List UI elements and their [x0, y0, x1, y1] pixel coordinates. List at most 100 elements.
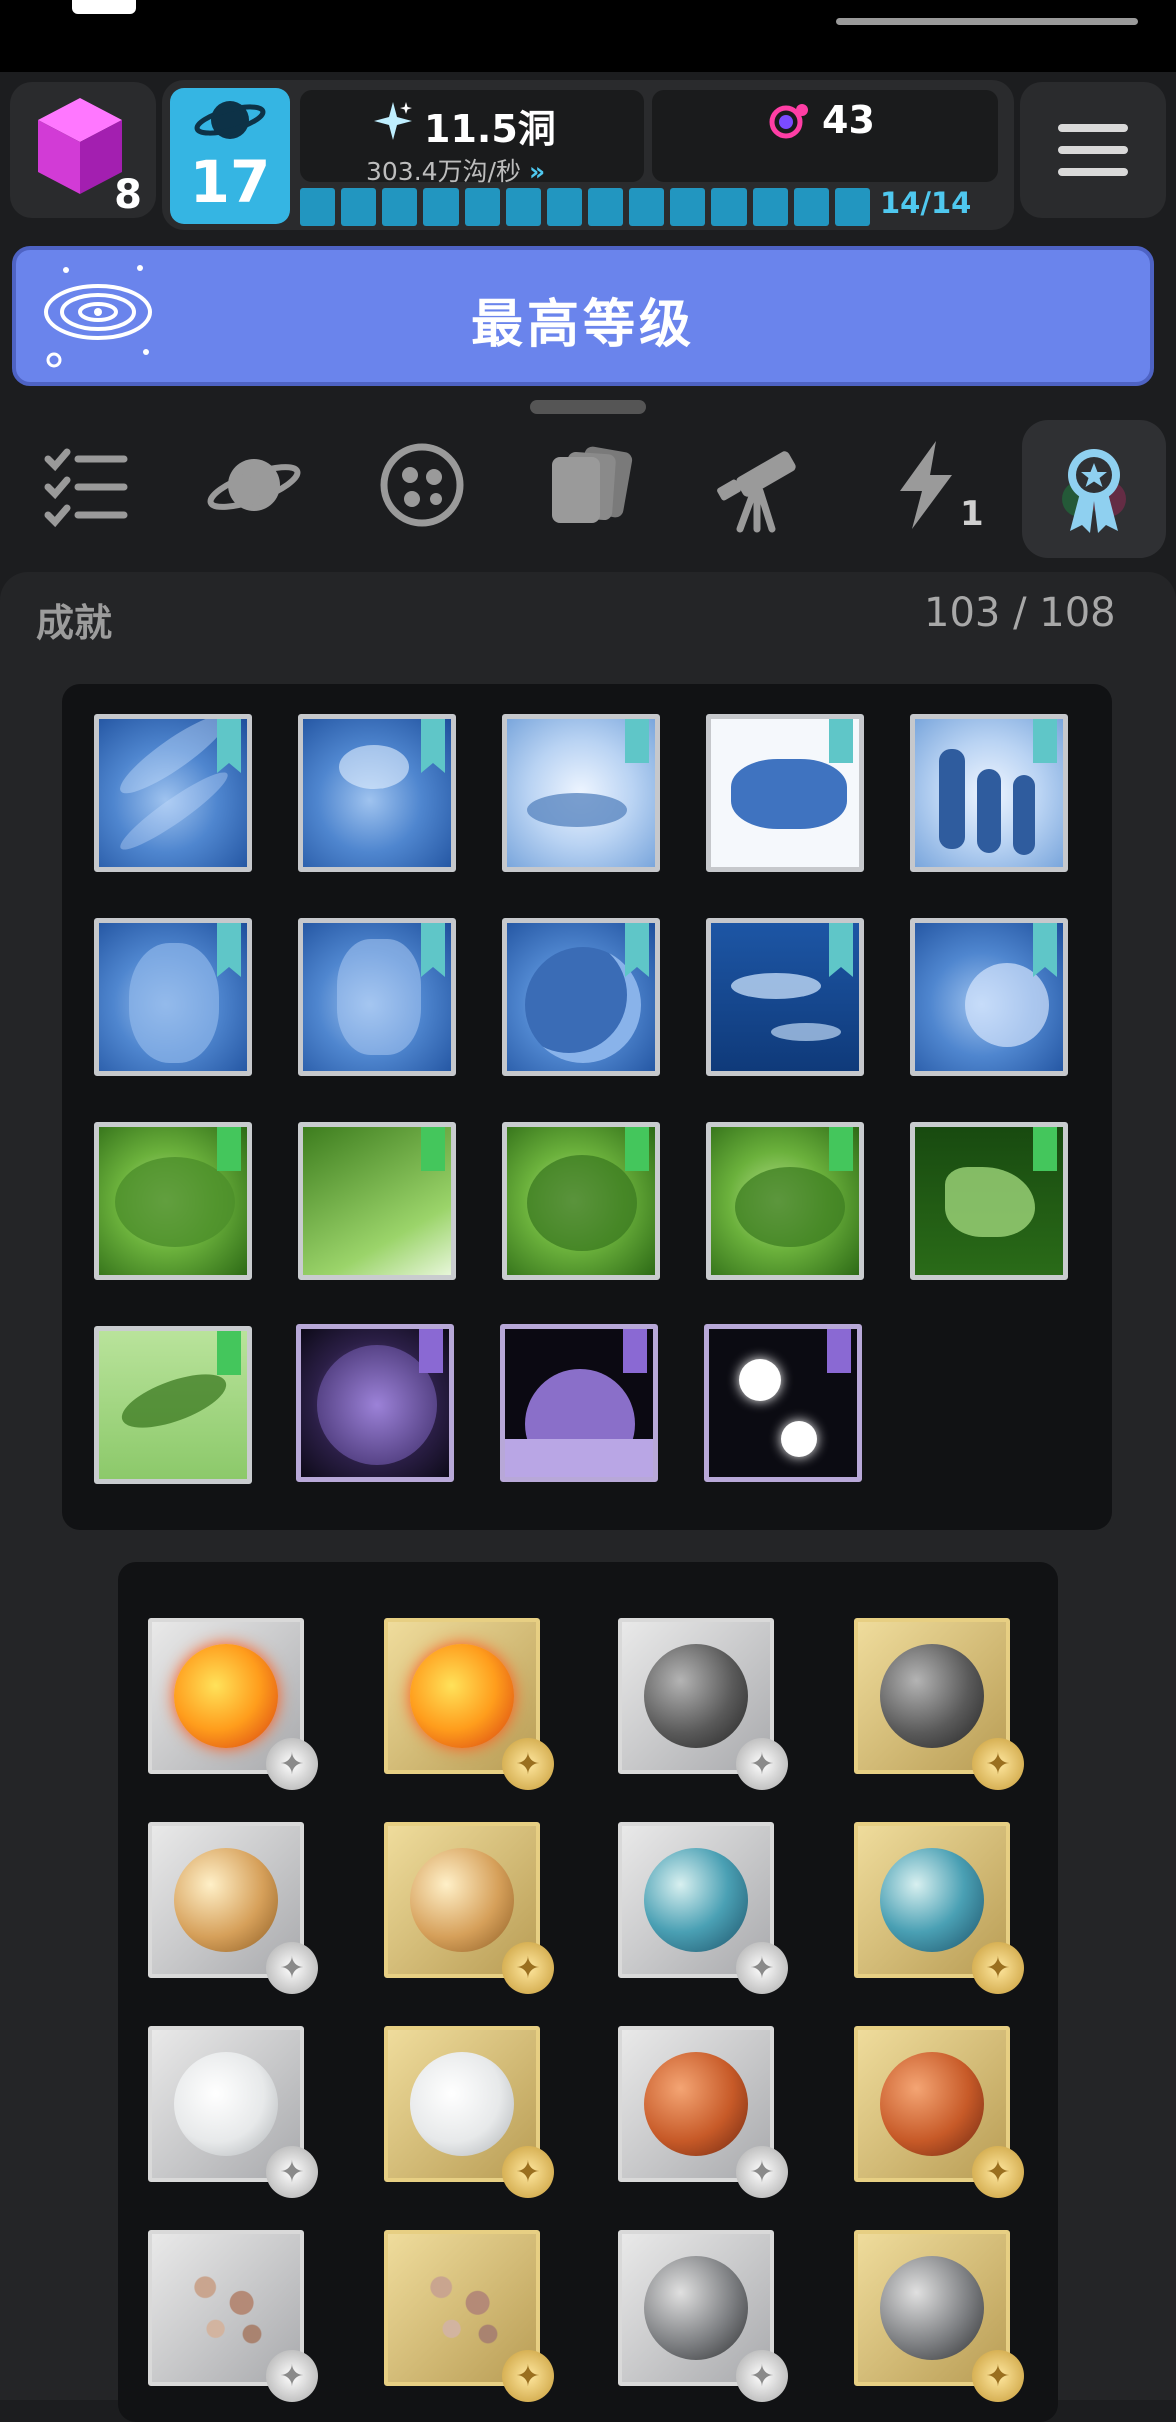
achievement-card-face[interactable] [94, 918, 252, 1076]
planet-tile-sun-silver[interactable]: ✦ [148, 1618, 318, 1790]
asteroids-icon [174, 2256, 278, 2360]
tab-cells[interactable] [362, 420, 482, 550]
planet-tile-steel-gold[interactable]: ✦ [854, 2230, 1024, 2402]
gold-medal-icon: ✦ [972, 2350, 1024, 2402]
achievement-card-globe[interactable] [502, 918, 660, 1076]
achievement-card-jellyfish[interactable] [298, 714, 456, 872]
achievement-card-whale[interactable] [502, 714, 660, 872]
tab-telescope[interactable] [698, 420, 818, 550]
bookmark-flag [1033, 923, 1057, 977]
achievement-card-plant[interactable] [298, 1122, 456, 1280]
cube-count: 8 [114, 172, 142, 218]
menu-button[interactable] [1020, 82, 1166, 218]
progress-segment [300, 188, 336, 226]
achievement-card-cell[interactable] [296, 1324, 454, 1482]
status-bar-line [836, 18, 1138, 25]
galaxy-orb-icon [769, 104, 808, 139]
earth-planet-icon [644, 1848, 748, 1952]
grey-planet-icon [644, 1644, 748, 1748]
silver-medal-icon: ✦ [736, 1942, 788, 1994]
bookmark-flag [217, 719, 241, 773]
currency-rate-text: 303.4万沟/秒 [366, 157, 521, 186]
planet-tile-sun-gold[interactable]: ✦ [384, 1618, 554, 1790]
progress-segment [341, 188, 377, 226]
gold-medal-icon: ✦ [502, 2350, 554, 2402]
cube-button[interactable]: 8 [10, 82, 156, 218]
planet-tile-mercury-gold[interactable]: ✦ [854, 1618, 1024, 1790]
achievement-card-cyborg[interactable] [298, 918, 456, 1076]
planet-tile-earth-gold[interactable]: ✦ [854, 1822, 1024, 1994]
tab-checklist[interactable] [26, 420, 146, 550]
planet-ring-icon [194, 101, 266, 139]
silver-medal-icon: ✦ [266, 2146, 318, 2198]
status-bar-indicator [72, 0, 136, 14]
steel-planet-icon [644, 2256, 748, 2360]
achievement-card-pterosaur[interactable] [94, 1326, 252, 1484]
progress-segment [382, 188, 418, 226]
silver-medal-icon: ✦ [266, 2350, 318, 2402]
bookmark-flag [421, 923, 445, 977]
gold-medal-icon: ✦ [972, 2146, 1024, 2198]
tab-awards[interactable] [1022, 420, 1166, 558]
achievement-card-beast[interactable] [502, 1122, 660, 1280]
achievement-card-reptile[interactable] [706, 1122, 864, 1280]
gold-medal-icon: ✦ [502, 2146, 554, 2198]
award-ribbon-icon [1062, 449, 1126, 533]
achievement-card-lion[interactable] [910, 918, 1068, 1076]
bookmark-flag [829, 923, 853, 977]
achievement-card-rock[interactable] [706, 714, 864, 872]
grey-planet-icon [880, 1644, 984, 1748]
gold-medal-icon: ✦ [502, 1738, 554, 1790]
progress-segment [464, 188, 500, 226]
planet-tile-moon-silver[interactable]: ✦ [148, 2026, 318, 2198]
level-number: 17 [189, 148, 271, 216]
bookmark-flag [829, 719, 853, 763]
progress-segment [711, 188, 747, 226]
bookmark-flag [419, 1329, 443, 1373]
tan-planet-icon [410, 1848, 514, 1952]
cards-icon [552, 446, 633, 523]
silver-medal-icon: ✦ [736, 1738, 788, 1790]
progress-segment [834, 188, 870, 226]
planet-tile-asteroids-gold[interactable]: ✦ [384, 2230, 554, 2402]
planet-tile-venus-silver[interactable]: ✦ [148, 1822, 318, 1994]
earth-planet-icon [880, 1848, 984, 1952]
achievement-card-dinosaur[interactable] [94, 1122, 252, 1280]
planet-tile-venus-gold[interactable]: ✦ [384, 1822, 554, 1994]
bookmark-flag [625, 923, 649, 977]
planet-tile-earth-silver[interactable]: ✦ [618, 1822, 788, 1994]
achievement-card-sharks[interactable] [706, 918, 864, 1076]
achievement-card-bird[interactable] [910, 1122, 1068, 1280]
hamburger-menu-icon [1058, 124, 1128, 176]
planet-tile-mars-silver[interactable]: ✦ [618, 2026, 788, 2198]
planet-icon [207, 459, 301, 511]
silver-medal-icon: ✦ [266, 1738, 318, 1790]
planet-tile-asteroids-silver[interactable]: ✦ [148, 2230, 318, 2402]
achievement-card-moonrise[interactable] [500, 1324, 658, 1482]
level-progress-bar [300, 188, 870, 226]
silver-medal-icon: ✦ [266, 1942, 318, 1994]
tab-cards[interactable] [530, 420, 650, 550]
gold-medal-icon: ✦ [972, 1942, 1024, 1994]
progress-segment [423, 188, 459, 226]
progress-segment [752, 188, 788, 226]
tab-planets[interactable] [194, 420, 314, 550]
planet-tile-moon-gold[interactable]: ✦ [384, 2026, 554, 2198]
double-chevron-icon[interactable]: » [529, 157, 545, 186]
bookmark-flag [1033, 719, 1057, 763]
currency-rate: 303.4万沟/秒 » [366, 152, 545, 188]
planet-tile-mercury-silver[interactable]: ✦ [618, 1618, 788, 1790]
lightning-badge-count: 1 [960, 494, 984, 534]
progress-text: 14/14 [880, 186, 972, 220]
bookmark-flag [217, 1331, 241, 1375]
achievements-count: 103 / 108 [924, 590, 1116, 636]
bookmark-flag [421, 1127, 445, 1171]
planet-tile-steel-silver[interactable]: ✦ [618, 2230, 788, 2402]
achievement-card-dna[interactable] [94, 714, 252, 872]
bookmark-flag [827, 1329, 851, 1373]
drag-handle[interactable] [530, 400, 646, 414]
silver-medal-icon: ✦ [736, 2146, 788, 2198]
planet-tile-mars-gold[interactable]: ✦ [854, 2026, 1024, 2198]
achievement-card-people[interactable] [910, 714, 1068, 872]
achievement-card-twin-stars[interactable] [704, 1324, 862, 1482]
